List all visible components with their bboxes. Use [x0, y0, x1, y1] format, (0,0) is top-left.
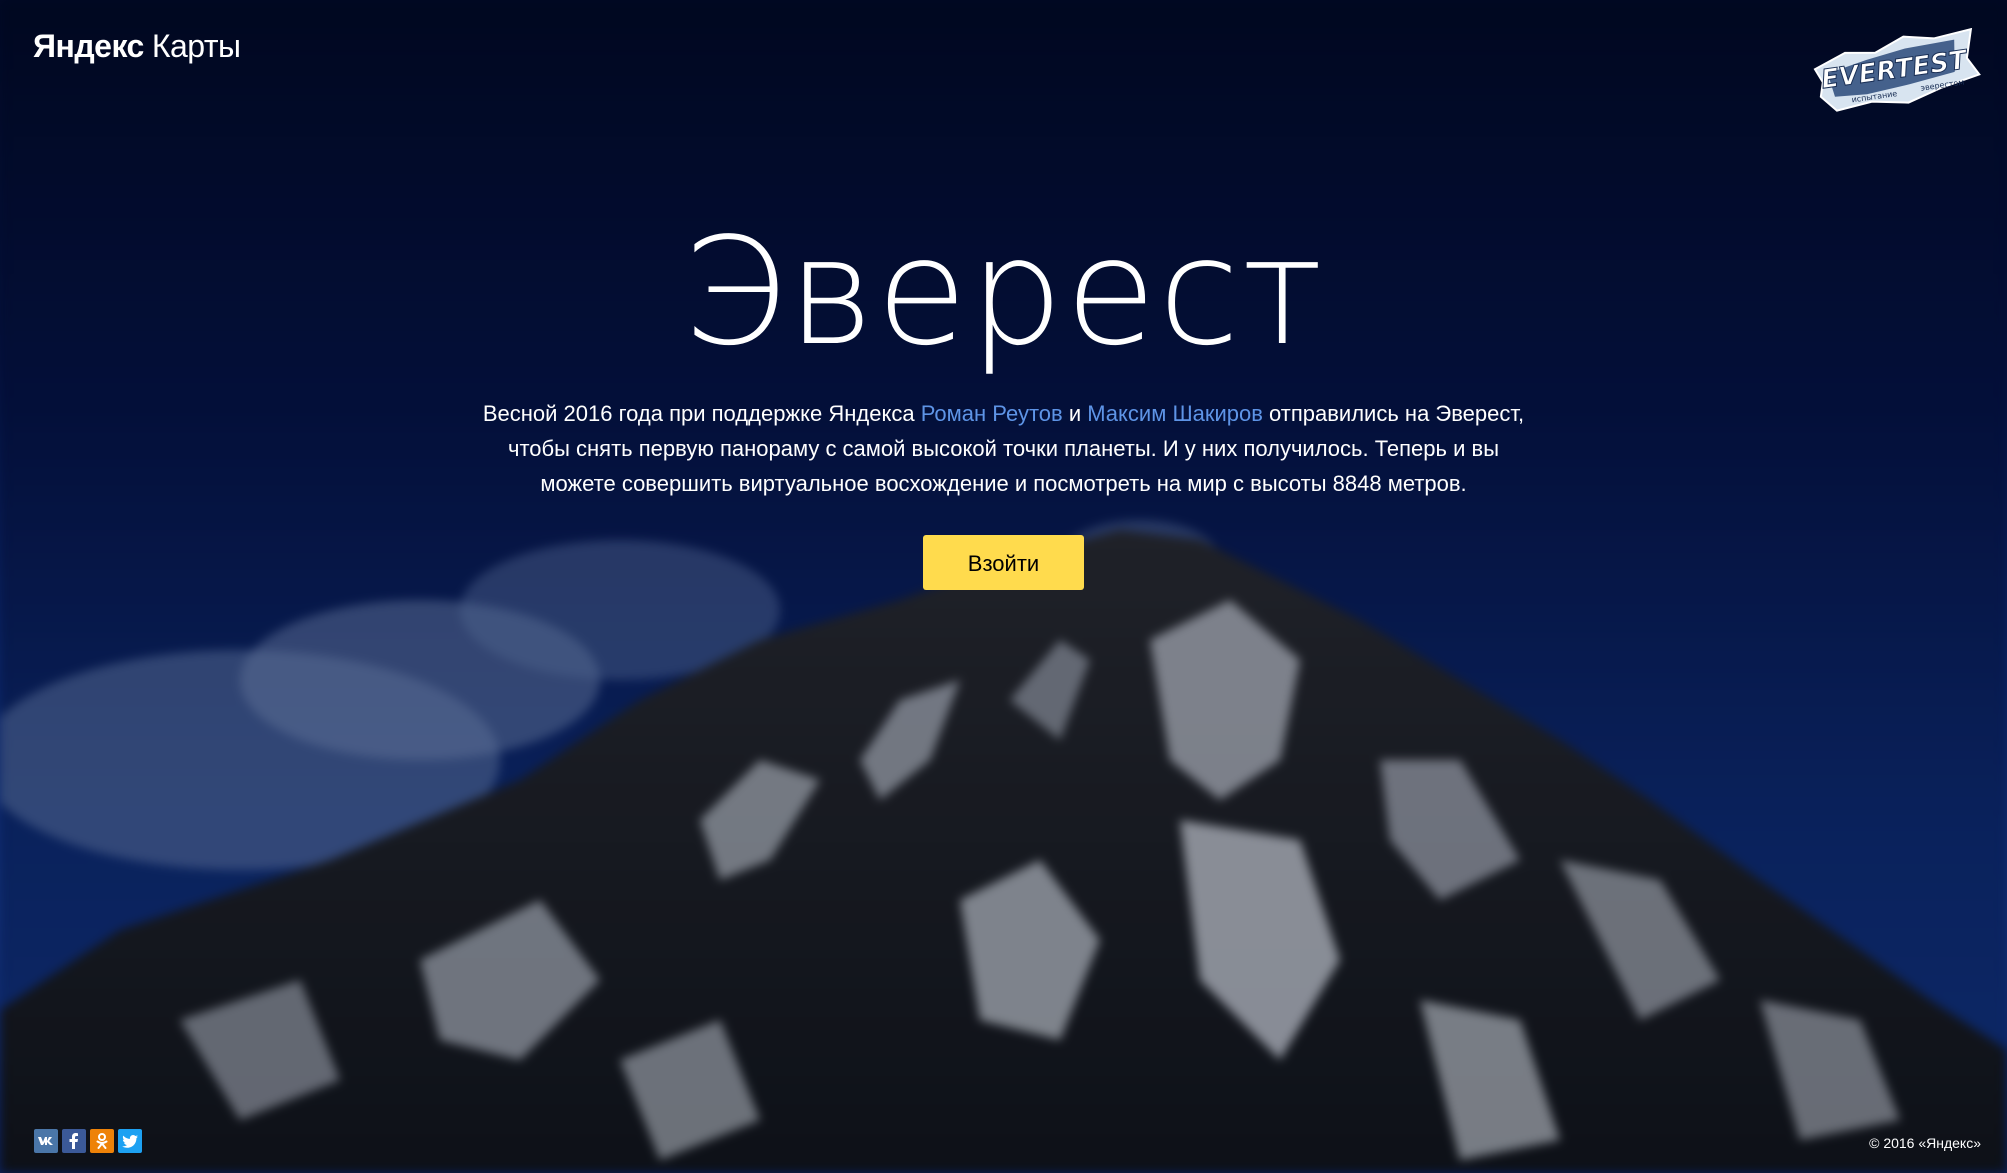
social-share-bar: [34, 1129, 142, 1153]
logo-product: Карты: [151, 28, 241, 64]
climb-button[interactable]: Взойти: [923, 535, 1084, 590]
odnoklassniki-icon[interactable]: [90, 1129, 114, 1153]
description-text-part1: Весной 2016 года при поддержке Яндекса: [482, 401, 921, 426]
description-text-part2: и: [1062, 401, 1088, 426]
link-maksim-shakirov[interactable]: Максим Шакиров: [1087, 401, 1263, 426]
yandex-maps-logo[interactable]: Яндекс Карты: [33, 28, 241, 65]
copyright-text: © 2016 «Яндекс»: [1869, 1135, 1981, 1151]
evertest-badge-logo[interactable]: EVERTEST испытание эверестом: [1808, 28, 1984, 114]
logo-brand: Яндекс: [33, 28, 144, 64]
page-title: Эверест: [682, 206, 1325, 378]
hero-section: Эверест Весной 2016 года при поддержке Я…: [0, 212, 2007, 590]
facebook-icon[interactable]: [62, 1129, 86, 1153]
twitter-icon[interactable]: [118, 1129, 142, 1153]
vk-icon[interactable]: [34, 1129, 58, 1153]
hero-description: Весной 2016 года при поддержке Яндекса Р…: [474, 396, 1534, 501]
link-roman-reutov[interactable]: Роман Реутов: [921, 401, 1063, 426]
landing-page: Яндекс Карты EVERTEST испытание эверестом…: [0, 0, 2007, 1173]
